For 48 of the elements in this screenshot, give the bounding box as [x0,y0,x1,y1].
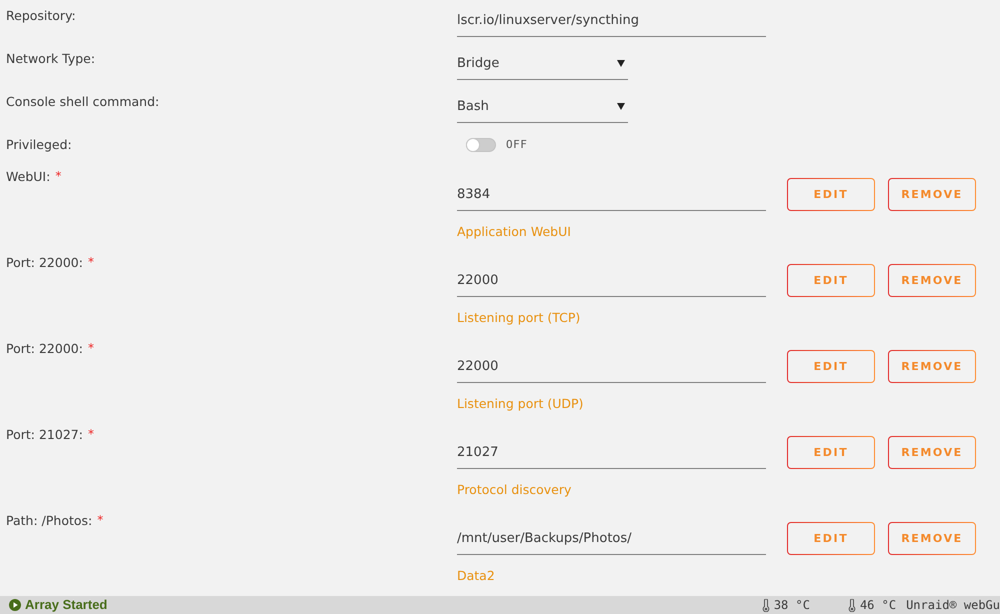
select-field[interactable]: Bridge [457,48,628,80]
toggle-switch[interactable] [466,138,496,152]
temperature-reading: 46 °C [860,597,896,613]
field-label: Privileged: [6,136,72,154]
text-field[interactable]: 22000 [457,350,766,383]
thermometer-icon [762,598,770,612]
edit-button[interactable]: EDIT [787,264,875,297]
edit-button[interactable]: EDIT [787,436,875,469]
field-description: Application WebUI [457,223,571,240]
remove-button[interactable]: REMOVE [888,178,976,211]
field-label: WebUI: [6,168,50,186]
remove-button[interactable]: REMOVE [888,522,976,555]
required-mark: * [55,168,62,185]
edit-button[interactable]: EDIT [787,350,875,383]
remove-button[interactable]: REMOVE [888,264,976,297]
field-description: Listening port (UDP) [457,395,584,412]
field-description: Listening port (TCP) [457,309,580,326]
play-circle-icon [9,599,21,611]
required-mark: * [88,426,94,443]
temperature-reading: 38 °C [774,597,810,613]
edit-button[interactable]: EDIT [787,178,875,211]
array-status-text: Array Started [25,597,108,613]
field-label: Port: 21027: [6,426,83,444]
field-label: Port: 22000: [6,254,83,272]
field-label: Repository: [6,7,76,25]
field-label: Console shell command: [6,93,160,111]
remove-button[interactable]: REMOVE [888,436,976,469]
field-label: Network Type: [6,50,96,68]
text-field[interactable]: 8384 [457,178,766,211]
required-mark: * [88,254,94,271]
footer-text: Unraid® webGu [906,597,1000,613]
required-mark: * [88,340,94,357]
text-field[interactable]: lscr.io/linuxserver/syncthing [457,5,766,37]
field-label: Path: /Photos: [6,512,92,530]
caret-down-icon [617,103,625,110]
edit-button[interactable]: EDIT [787,522,875,555]
field-description: Data2 [457,567,495,584]
field-description: Protocol discovery [457,481,572,498]
thermometer-icon [848,598,856,612]
select-field[interactable]: Bash [457,91,628,123]
text-field[interactable]: /mnt/user/Backups/Photos/ [457,522,766,555]
caret-down-icon [617,60,625,67]
field-label: Port: 22000: [6,340,83,358]
text-field[interactable]: 21027 [457,436,766,469]
text-field[interactable]: 22000 [457,264,766,297]
required-mark: * [97,512,104,529]
toggle-state-label: OFF [506,138,528,151]
remove-button[interactable]: REMOVE [888,350,976,383]
